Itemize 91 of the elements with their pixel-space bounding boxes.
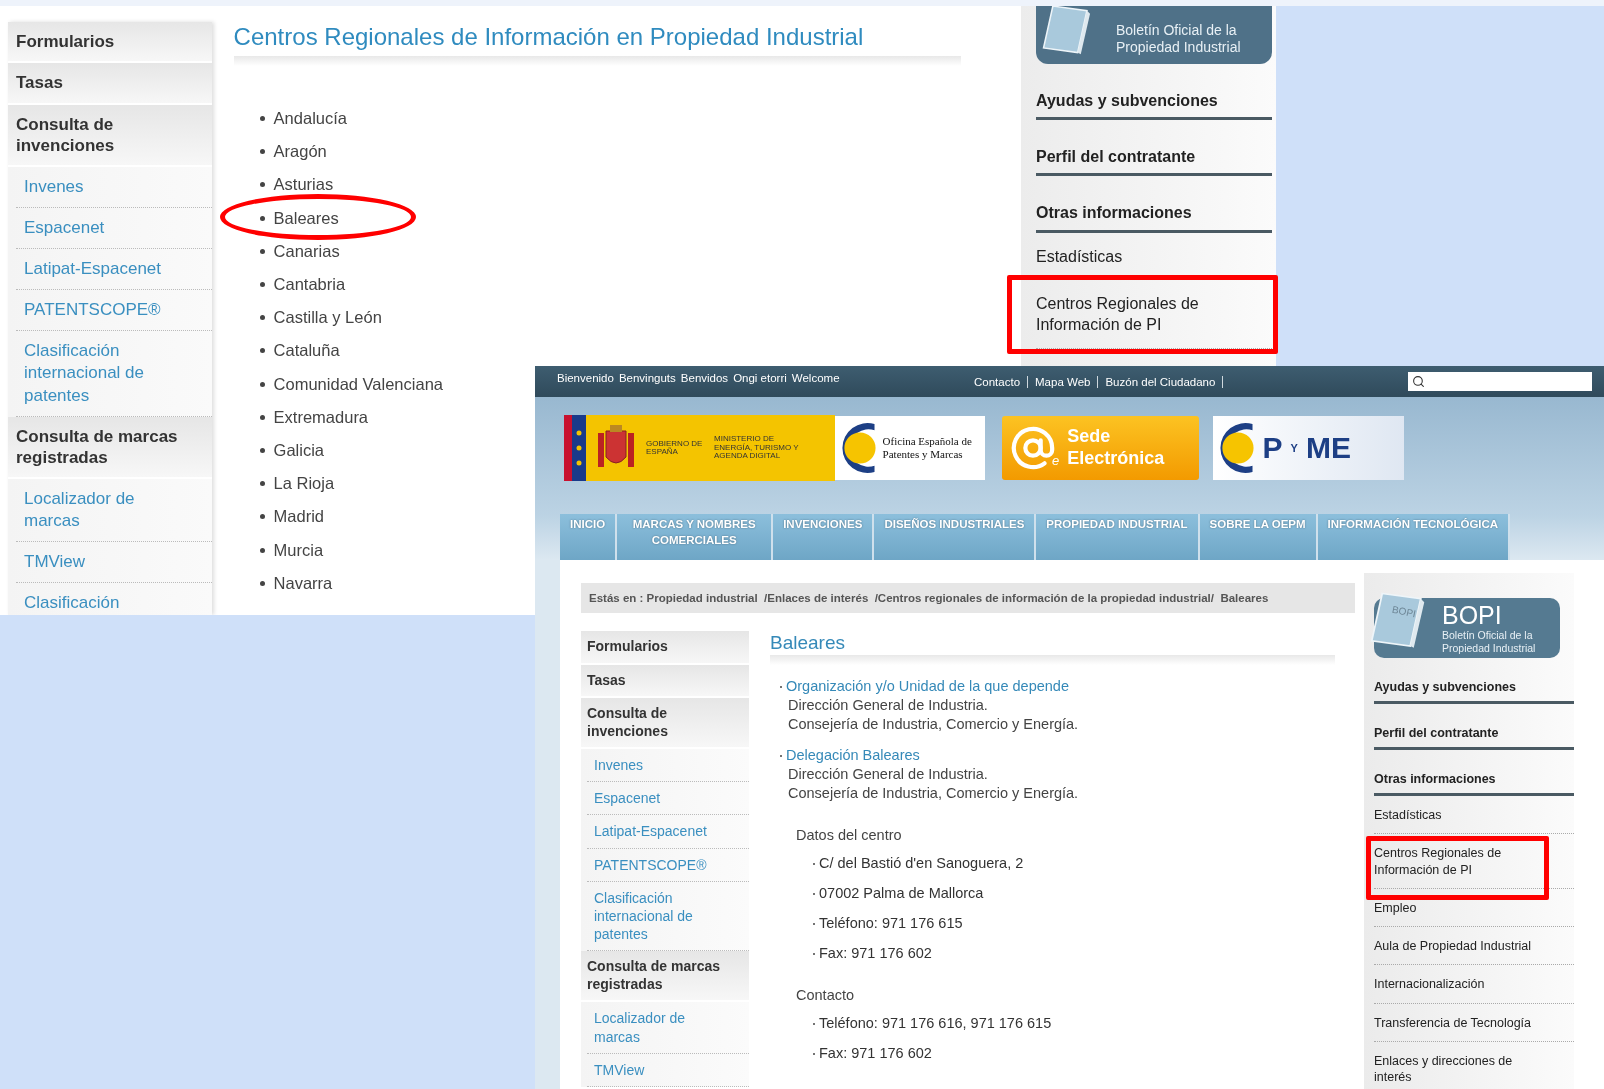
region-link[interactable]: Madrid bbox=[273, 507, 325, 527]
logo-text: ME bbox=[1305, 431, 1351, 465]
menu-heading: Consulta de marcas registradas bbox=[8, 416, 212, 480]
logo-text: Oficina Española de Patentes y Marcas bbox=[882, 434, 973, 462]
region-link[interactable]: Comunidad Valenciana bbox=[273, 374, 443, 394]
region-link[interactable]: Castilla y León bbox=[273, 308, 382, 328]
menu-link[interactable]: Estadísticas bbox=[1036, 232, 1272, 281]
bullet-icon bbox=[259, 282, 265, 288]
entry-text: Consejería de Industria, Comercio y Energía. bbox=[788, 715, 1080, 734]
entry-link[interactable]: Organización y/o Unidad de la que depende bbox=[786, 677, 1069, 696]
menu-heading: Consulta de invenciones bbox=[581, 698, 749, 749]
menu-heading: Ayudas y subvenciones bbox=[1036, 64, 1272, 121]
detail-text: 07002 Palma de Mallorca bbox=[819, 884, 984, 903]
menu-link[interactable]: Enlaces y direcciones de interés bbox=[1374, 1041, 1574, 1089]
section-heading: Contacto bbox=[795, 987, 856, 1003]
bullet-icon bbox=[259, 580, 265, 586]
page-title: Centros Regionales de Información en Propiedad Industrial bbox=[233, 22, 865, 52]
language-link[interactable]: Benvidos bbox=[680, 371, 729, 384]
region-link[interactable]: Aragón bbox=[273, 142, 327, 162]
bullet-icon bbox=[259, 248, 265, 254]
cover-text: BOPI bbox=[1391, 603, 1417, 620]
menu-heading: Formularios bbox=[8, 22, 212, 64]
menu-heading: Ayudas y subvenciones bbox=[1374, 658, 1574, 704]
bullet-icon bbox=[259, 514, 265, 520]
bullet-icon bbox=[259, 182, 265, 188]
entry-text: Dirección General de Industria. bbox=[788, 765, 989, 784]
bullet-icon bbox=[259, 481, 265, 487]
bullet-icon bbox=[259, 315, 265, 321]
region-link[interactable]: Navarra bbox=[273, 573, 333, 593]
region-link[interactable]: La Rioja bbox=[273, 474, 335, 494]
menu-link[interactable]: Transferencia de Tecnología bbox=[1374, 1003, 1574, 1042]
top-link[interactable]: Mapa Web bbox=[1028, 375, 1099, 388]
menu-heading: Otras informaciones bbox=[1036, 176, 1272, 233]
bullet-icon bbox=[259, 447, 265, 453]
detail-text: C/ del Bastió d'en Sanoguera, 2 bbox=[819, 854, 1024, 873]
search-field[interactable] bbox=[1408, 372, 1592, 391]
menu-heading: Tasas bbox=[8, 63, 212, 105]
region-link[interactable]: Canarias bbox=[273, 241, 340, 261]
region-link[interactable]: Extremadura bbox=[273, 407, 369, 427]
logo-title: BOPI bbox=[1442, 602, 1503, 629]
logo-subtitle: Boletín Oficial de la Propiedad Industrial bbox=[1442, 629, 1537, 655]
logo-mark: e bbox=[1052, 452, 1060, 468]
bullet-icon bbox=[259, 215, 265, 221]
section-heading: Datos del centro bbox=[795, 827, 903, 843]
menu-link[interactable]: Centros Regionales de Información de PI bbox=[1374, 834, 1574, 889]
breadcrumb: Estás en : Propiedad industrial /Enlaces de interés /Centros regionales de información de la propiedad industrial/ Baleares bbox=[581, 583, 1355, 613]
language-link[interactable]: Bienvenido bbox=[557, 371, 614, 384]
menu-heading: Tasas bbox=[581, 664, 749, 698]
bullet-icon bbox=[259, 547, 265, 553]
logo-text: Y bbox=[1290, 442, 1298, 454]
language-link[interactable]: Welcome bbox=[791, 371, 840, 384]
menu-heading: Perfil del contratante bbox=[1036, 120, 1272, 177]
bullet-icon bbox=[259, 116, 265, 122]
menu-heading: Formularios bbox=[581, 631, 749, 665]
logo-text: MINISTERIO DE ENERGÍA, TURISMO Y AGENDA DIGITAL bbox=[714, 435, 800, 461]
menu-link[interactable]: Aula de Propiedad Industrial bbox=[1374, 927, 1574, 966]
menu-heading: Consulta de invenciones bbox=[8, 104, 212, 167]
logo-text: GOBIERNO DE ESPAÑA bbox=[646, 439, 704, 457]
region-link[interactable]: Murcia bbox=[273, 540, 324, 560]
region-link[interactable]: Asturias bbox=[273, 175, 334, 195]
region-link[interactable]: Cantabria bbox=[273, 275, 346, 295]
entry-text: Consejería de Industria, Comercio y Energía. bbox=[788, 784, 1080, 803]
menu-heading: Perfil del contratante bbox=[1374, 704, 1574, 750]
detail-text: Teléfono: 971 176 616, 971 176 615 bbox=[819, 1014, 1052, 1033]
search-icon bbox=[1412, 375, 1425, 388]
detail-text: Teléfono: 971 176 615 bbox=[819, 914, 963, 933]
menu-link[interactable]: Centros Regionales de Información de PI bbox=[1036, 280, 1272, 349]
entry-link[interactable]: Delegación Baleares bbox=[786, 746, 920, 765]
bullet-icon bbox=[259, 348, 265, 354]
logo-text: P bbox=[1262, 431, 1283, 465]
region-link[interactable]: Andalucía bbox=[273, 109, 347, 129]
language-link[interactable]: Benvinguts bbox=[618, 371, 676, 384]
entry-text: Dirección General de Industria. bbox=[788, 696, 989, 715]
top-link[interactable]: Contacto bbox=[967, 375, 1029, 388]
bullet-icon bbox=[259, 381, 265, 387]
region-link[interactable]: Cataluña bbox=[273, 341, 340, 361]
menu-heading: Otras informaciones bbox=[1374, 750, 1574, 796]
menu-link[interactable]: Internacionalización bbox=[1374, 965, 1574, 1004]
menu-link[interactable]: Estadísticas bbox=[1374, 796, 1574, 835]
region-link[interactable]: Galicia bbox=[273, 440, 325, 460]
detail-text: Fax: 971 176 602 bbox=[819, 1044, 932, 1063]
detail-text: Fax: 971 176 602 bbox=[819, 944, 932, 963]
top-link[interactable]: Buzón del Ciudadano bbox=[1098, 375, 1224, 388]
language-link[interactable]: Ongi etorri bbox=[733, 371, 787, 384]
menu-link[interactable]: Empleo bbox=[1374, 888, 1574, 927]
bullet-icon bbox=[259, 149, 265, 155]
page-title: Baleares bbox=[770, 631, 846, 655]
menu-heading: Consulta de marcas registradas bbox=[581, 951, 749, 1003]
logo-subtitle: Boletín Oficial de la Propiedad Industrial bbox=[1116, 22, 1242, 56]
bullet-icon bbox=[259, 414, 265, 420]
region-link[interactable]: Baleares bbox=[273, 208, 339, 228]
